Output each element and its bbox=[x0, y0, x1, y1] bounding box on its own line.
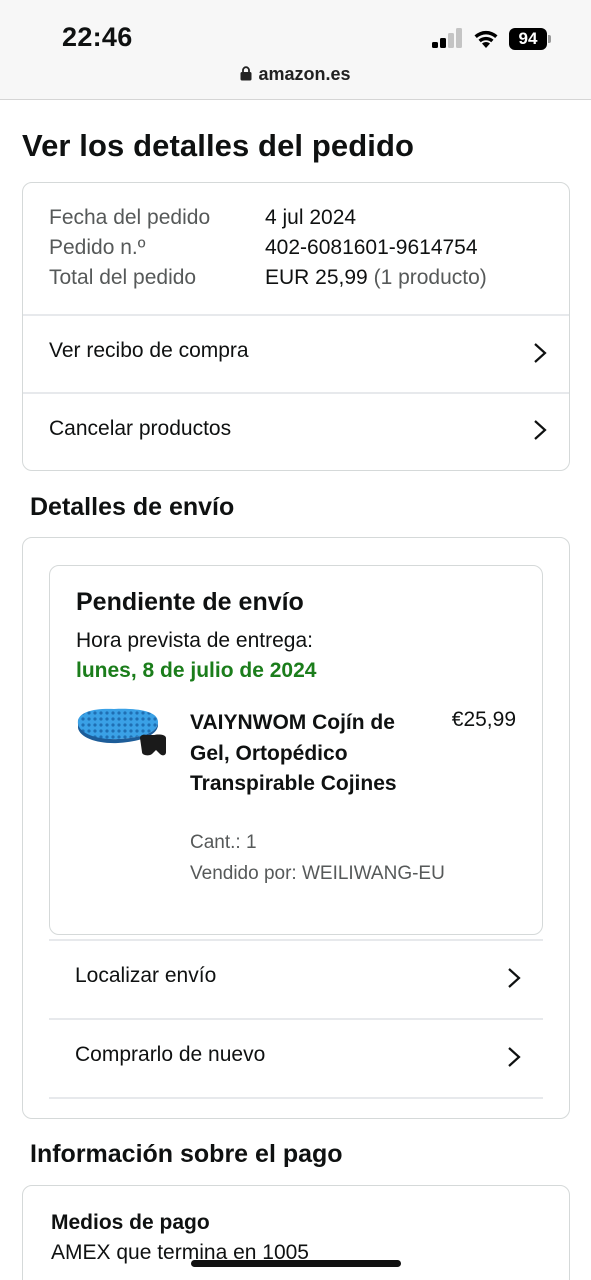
eta-date: lunes, 8 de julio de 2024 bbox=[76, 659, 317, 682]
lock-icon bbox=[240, 65, 252, 86]
order-total-label: Total del pedido bbox=[49, 266, 197, 289]
buy-again-label: Comprarlo de nuevo bbox=[75, 1043, 266, 1066]
chevron-right-icon bbox=[534, 420, 547, 440]
order-number-value: 402-6081601-9614754 bbox=[265, 236, 478, 259]
view-receipt-link[interactable]: Ver recibo de compra bbox=[23, 315, 569, 392]
shipping-section-title: Detalles de envío bbox=[30, 493, 235, 521]
buy-again-link[interactable]: Comprarlo de nuevo bbox=[23, 1019, 569, 1097]
order-date-value: 4 jul 2024 bbox=[265, 206, 357, 229]
chevron-right-icon bbox=[534, 343, 547, 363]
order-total-amount: EUR 25,99 bbox=[265, 266, 368, 289]
clock: 22:46 bbox=[62, 22, 133, 52]
order-summary-card: Fecha del pedido 4 jul 2024 Pedido n.º 4… bbox=[22, 182, 570, 471]
battery-icon: 94 bbox=[509, 28, 551, 50]
shipment-status: Pendiente de envío bbox=[76, 588, 304, 616]
shipping-card: Pendiente de envío Hora prevista de entr… bbox=[22, 537, 570, 1119]
home-indicator[interactable] bbox=[191, 1260, 401, 1267]
battery-level: 94 bbox=[509, 28, 547, 50]
product-seller: Vendido por: WEILIWANG-EU bbox=[190, 863, 445, 884]
product-price: €25,99 bbox=[451, 708, 516, 731]
view-receipt-label: Ver recibo de compra bbox=[49, 339, 249, 362]
product-quantity: Cant.: 1 bbox=[190, 832, 257, 853]
cellular-signal-icon bbox=[432, 28, 464, 48]
browser-status-bar: 22:46 94 amazon.es bbox=[0, 0, 591, 100]
product-image[interactable] bbox=[74, 704, 170, 764]
chevron-right-icon bbox=[508, 1047, 521, 1067]
track-package-link[interactable]: Localizar envío bbox=[23, 940, 569, 1018]
url-bar[interactable]: amazon.es bbox=[0, 64, 591, 86]
url-text: amazon.es bbox=[258, 64, 351, 84]
track-package-label: Localizar envío bbox=[75, 964, 217, 987]
chevron-right-icon bbox=[508, 968, 521, 988]
cancel-products-label: Cancelar productos bbox=[49, 417, 232, 440]
product-name-link[interactable]: VAIYNWOM Cojín de Gel, Ortopédico Transp… bbox=[190, 708, 410, 800]
payment-methods-title: Medios de pago bbox=[51, 1211, 210, 1234]
order-number-label: Pedido n.º bbox=[49, 236, 146, 259]
order-total-count: (1 producto) bbox=[373, 266, 487, 289]
page-title: Ver los detalles del pedido bbox=[22, 128, 415, 163]
shipment-card: Pendiente de envío Hora prevista de entr… bbox=[49, 565, 543, 935]
payment-section-title: Información sobre el pago bbox=[30, 1140, 343, 1168]
order-total-value: EUR 25,99 (1 producto) bbox=[265, 266, 487, 290]
order-date-label: Fecha del pedido bbox=[49, 206, 211, 229]
wifi-icon bbox=[473, 27, 499, 49]
divider bbox=[49, 1097, 543, 1099]
cancel-products-link[interactable]: Cancelar productos bbox=[23, 393, 569, 470]
eta-label: Hora prevista de entrega: bbox=[76, 629, 313, 652]
